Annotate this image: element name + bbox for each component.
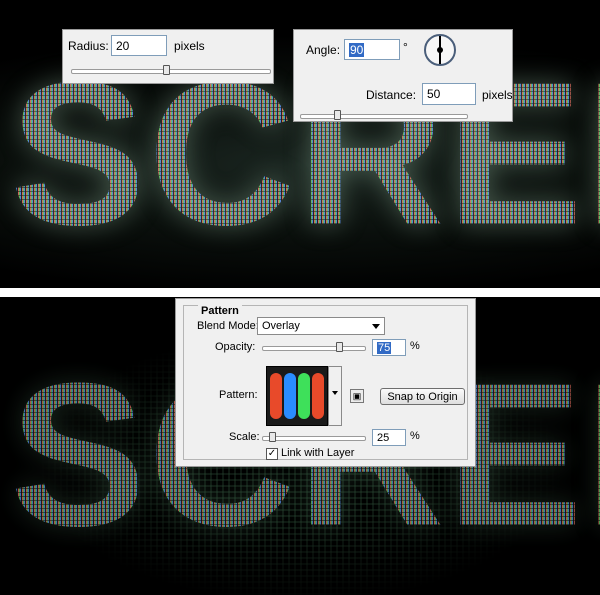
opacity-value: 75 xyxy=(377,341,392,354)
link-with-layer-label: Link with Layer xyxy=(281,447,355,459)
distance-label: Distance: xyxy=(366,88,417,102)
angle-dial-center xyxy=(437,47,443,53)
blend-mode-value: Overlay xyxy=(262,320,300,332)
swatch-stripe-red xyxy=(312,373,324,419)
checkmark-icon: ✓ xyxy=(267,448,277,459)
pattern-group: Pattern Blend Mode: Overlay Opacity: 75 … xyxy=(183,305,468,460)
link-with-layer-checkbox[interactable]: ✓ xyxy=(266,448,278,460)
divider xyxy=(0,288,600,297)
pattern-panel: Pattern Blend Mode: Overlay Opacity: 75 … xyxy=(175,298,476,467)
distance-input[interactable]: 50 xyxy=(422,83,476,105)
swatch-stripe-red xyxy=(270,373,282,419)
swatch-stripe-green xyxy=(298,373,310,419)
angle-input[interactable]: 90 xyxy=(344,39,400,60)
opacity-slider-track[interactable] xyxy=(262,346,366,351)
snap-to-origin-button[interactable]: Snap to Origin xyxy=(380,388,465,405)
degree-symbol: ° xyxy=(403,40,408,54)
blend-mode-label: Blend Mode: xyxy=(197,320,259,332)
scale-slider-track[interactable] xyxy=(262,436,366,441)
snap-to-origin-label: Snap to Origin xyxy=(387,390,458,403)
pattern-label: Pattern: xyxy=(219,389,258,401)
scale-value: 25 xyxy=(377,431,390,444)
radius-unit: pixels xyxy=(174,39,205,53)
scale-unit: % xyxy=(410,430,420,442)
radius-label: Radius: xyxy=(68,39,109,53)
opacity-label: Opacity: xyxy=(215,341,256,353)
opacity-unit: % xyxy=(410,340,420,352)
new-preset-icon[interactable]: ▣ xyxy=(350,389,364,403)
distance-unit: pixels xyxy=(482,88,513,102)
angle-value: 90 xyxy=(349,42,365,57)
radius-panel: Radius: 20 pixels xyxy=(62,29,274,84)
pattern-group-title: Pattern xyxy=(198,305,242,317)
radius-slider-thumb[interactable] xyxy=(163,65,171,75)
pattern-picker-button[interactable] xyxy=(328,366,342,426)
angle-dial[interactable] xyxy=(424,34,456,66)
distance-value: 50 xyxy=(427,87,441,101)
chevron-down-icon xyxy=(372,324,380,329)
radius-value: 20 xyxy=(116,38,130,53)
distance-slider-thumb[interactable] xyxy=(333,110,341,120)
blend-mode-select[interactable]: Overlay xyxy=(257,317,385,335)
opacity-input[interactable]: 75 xyxy=(372,339,406,356)
opacity-slider-thumb[interactable] xyxy=(335,342,343,352)
pattern-swatch[interactable] xyxy=(266,366,328,426)
scale-input[interactable]: 25 xyxy=(372,429,406,446)
scale-label: Scale: xyxy=(229,431,260,443)
radius-input[interactable]: 20 xyxy=(111,35,167,56)
scale-slider-thumb[interactable] xyxy=(269,432,277,442)
angle-label: Angle: xyxy=(306,43,341,57)
radius-slider-track[interactable] xyxy=(71,69,271,74)
distance-slider-track[interactable] xyxy=(300,114,468,119)
angle-panel: Angle: 90 ° Distance: 50 pixels xyxy=(293,29,513,122)
swatch-stripe-blue xyxy=(284,373,296,419)
chevron-down-icon xyxy=(332,391,338,395)
